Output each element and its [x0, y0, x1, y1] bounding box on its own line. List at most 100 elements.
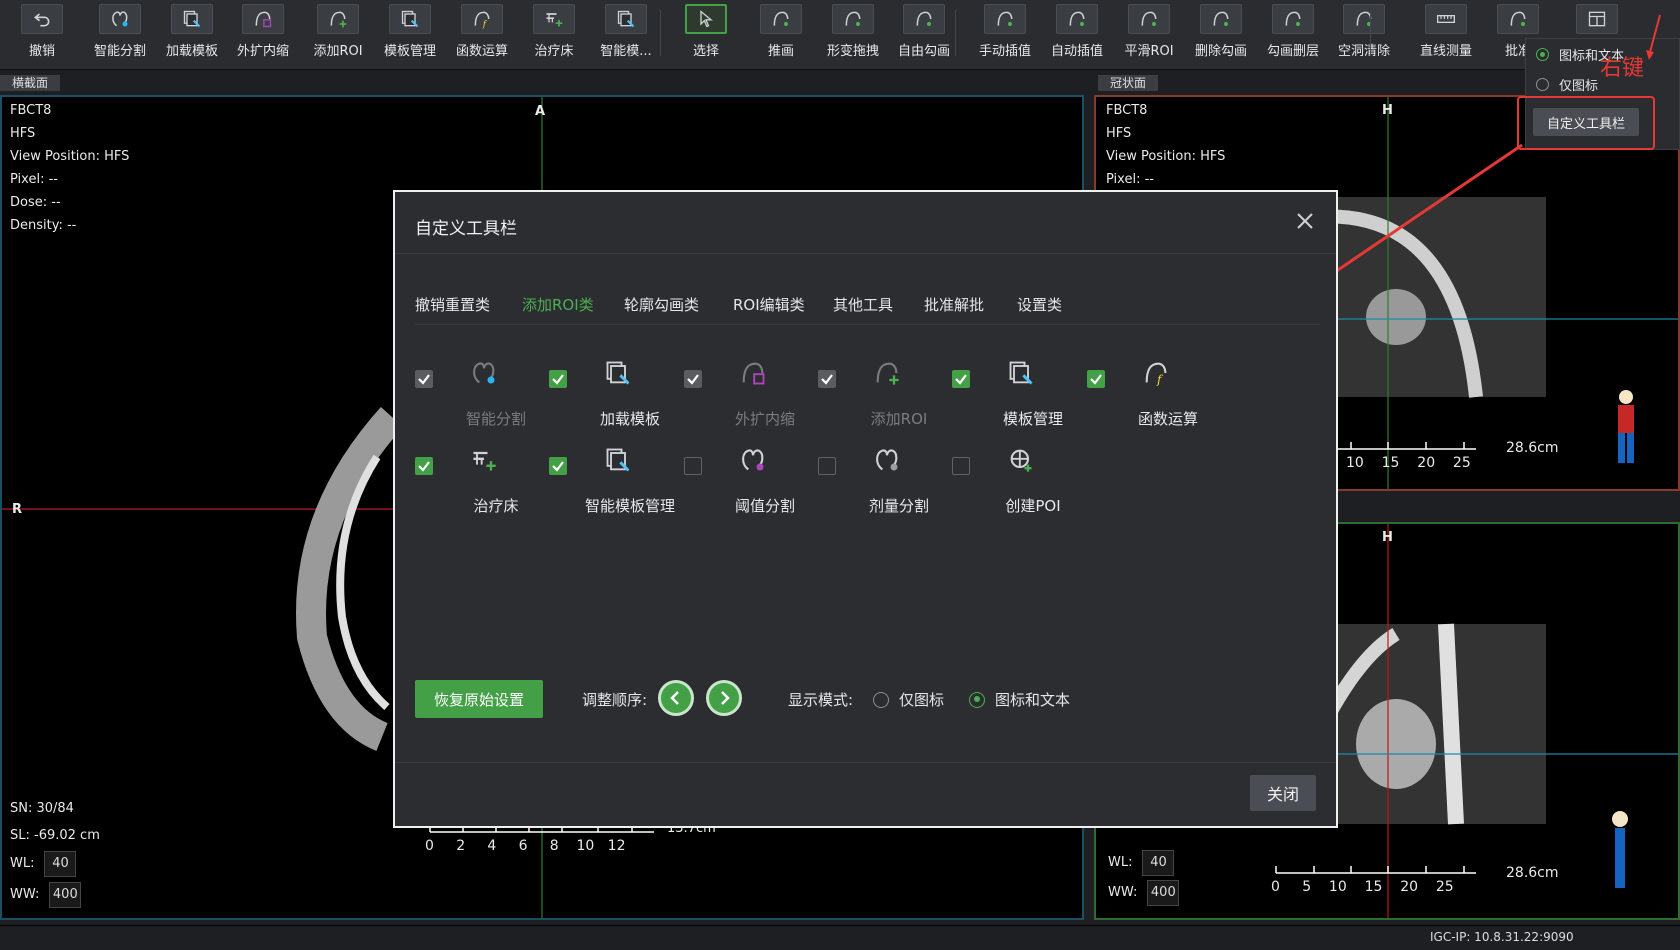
category-tab[interactable]: 添加ROI类: [522, 294, 594, 315]
tool-item-checkbox[interactable]: [818, 457, 836, 475]
transverse-info: FBCT8 HFS View Position: HFS Pixel: -- D…: [10, 103, 130, 233]
mode-icon-text-option[interactable]: 图标和文本: [969, 689, 1070, 710]
toolbar-button-label: 选择: [692, 44, 719, 59]
tool-item-checkbox[interactable]: [415, 457, 433, 475]
tool-item-checkbox[interactable]: [1087, 370, 1105, 388]
toolbar-button-delete-layer[interactable]: 勾画删层: [1263, 4, 1323, 66]
toolbar-button-add-roi[interactable]: 添加ROI: [308, 4, 368, 66]
toolbar-button-label: 删除勾画: [1194, 44, 1247, 59]
toolbar-button-label: 勾画删层: [1266, 44, 1319, 59]
approve-icon: [1497, 4, 1539, 34]
category-tab[interactable]: ROI编辑类: [733, 294, 805, 315]
server-ip: IGC-IP: 10.8.31.22:9090: [1430, 930, 1574, 944]
sagittal-wl-input[interactable]: 40: [1142, 850, 1175, 876]
toolbar-button-label: 直线测量: [1419, 44, 1472, 59]
toolbar-button-load-template[interactable]: 加载模板: [162, 4, 222, 66]
toolbar-button-label: 治疗床: [534, 44, 574, 59]
tool-item: 模板管理: [952, 352, 1086, 436]
svg-text:f: f: [1156, 373, 1164, 387]
window-level: WL: 40: [10, 851, 77, 877]
toolbar-button-select-cursor[interactable]: 选择: [676, 4, 736, 66]
tool-item-checkbox[interactable]: [549, 457, 567, 475]
toolbar-button-undo[interactable]: 撤销: [12, 4, 72, 66]
ww-input[interactable]: 400: [49, 882, 82, 908]
slice-number: SN: 30/84: [10, 801, 74, 816]
category-tab[interactable]: 轮廓勾画类: [624, 294, 699, 315]
wl-input[interactable]: 40: [44, 851, 77, 877]
toolbar-button-smart-segment[interactable]: 智能分割: [90, 4, 150, 66]
tool-item-checkbox[interactable]: [952, 370, 970, 388]
toolbar-button-label: 撤销: [28, 44, 55, 59]
tool-item: 剂量分割: [818, 439, 952, 523]
toolbar-button-delete-contour[interactable]: 删除勾画: [1191, 4, 1251, 66]
dose-segment-icon: [866, 443, 908, 477]
tool-item-checkbox[interactable]: [952, 457, 970, 475]
toolbar-button-auto-interp[interactable]: 自动插值: [1047, 4, 1107, 66]
category-tab[interactable]: 其他工具: [833, 294, 893, 315]
delete-contour-icon: [1200, 4, 1242, 34]
dialog-title: 自定义工具栏: [415, 219, 517, 239]
toolbar-button-label: 推画: [767, 44, 794, 59]
toolbar-button-label: 函数运算: [455, 44, 508, 59]
hole-clear-icon: [1343, 4, 1385, 34]
add-roi-icon: [317, 4, 359, 34]
category-tab[interactable]: 撤销重置类: [415, 294, 490, 315]
mode-icon-only-option[interactable]: 仅图标: [873, 689, 944, 710]
right-click-annotation: 右键: [1600, 56, 1645, 81]
tab-coronal[interactable]: 冠状面: [1098, 75, 1159, 91]
restore-defaults-button[interactable]: 恢复原始设置: [415, 680, 543, 718]
tool-item: f 函数运算: [1087, 352, 1221, 436]
smart-segment-icon: [463, 356, 505, 390]
layout-icon: [1576, 4, 1618, 34]
ctx-option-icon-only[interactable]: 仅图标: [1536, 75, 1598, 94]
sagittal-window-width: WW: 400: [1108, 880, 1180, 906]
toolbar-button-free-draw[interactable]: 自由勾画: [894, 4, 954, 66]
tool-item-checkbox: [818, 370, 836, 388]
tool-item-checkbox[interactable]: [549, 370, 567, 388]
toolbar-button-label: 空洞清除: [1337, 44, 1390, 59]
toolbar-button-deform-drag[interactable]: 形变拖拽: [823, 4, 883, 66]
close-icon[interactable]: [1294, 210, 1316, 232]
toolbar-button-push-draw[interactable]: 推画: [751, 4, 811, 66]
toolbar-button-function[interactable]: f 函数运算: [452, 4, 512, 66]
toolbar-button-manual-interp[interactable]: 手动插值: [975, 4, 1035, 66]
chevron-right-icon: [721, 691, 730, 705]
slice-location: SL: -69.02 cm: [10, 828, 100, 843]
tool-item-checkbox: [684, 370, 702, 388]
toolbar-button-hole-clear[interactable]: 空洞清除: [1334, 4, 1394, 66]
coronal-scale-text: 28.6cm: [1506, 440, 1559, 456]
category-tab[interactable]: 批准解批: [924, 294, 984, 315]
toolbar-button-label: 添加ROI: [313, 44, 363, 59]
coronal-scale-ticks: 10 15 20 25: [1346, 455, 1471, 471]
toolbar-button-expand-shrink[interactable]: 外扩内缩: [233, 4, 293, 66]
close-button[interactable]: 关闭: [1250, 775, 1316, 811]
marker-right: R: [12, 502, 23, 517]
toolbar-separator: [660, 10, 661, 56]
move-right-button[interactable]: [706, 680, 742, 716]
radio-selected-icon: [969, 691, 985, 708]
delete-layer-icon: [1272, 4, 1314, 34]
customize-toolbar-button[interactable]: 自定义工具栏: [1533, 108, 1639, 136]
sagittal-ww-input[interactable]: 400: [1147, 880, 1180, 906]
radio-unselected-icon: [873, 691, 889, 708]
toolbar-button-label: 自由勾画: [897, 44, 950, 59]
tab-transverse[interactable]: 横截面: [0, 75, 61, 91]
toolbar-button-smooth-roi[interactable]: 平滑ROI: [1119, 4, 1179, 66]
category-tab[interactable]: 设置类: [1017, 294, 1062, 315]
move-left-button[interactable]: [658, 680, 694, 716]
toolbar-button-label: 形变拖拽: [826, 44, 879, 59]
toolbar-button-smart-template[interactable]: 智能模...: [596, 4, 656, 66]
toolbar-button-ruler[interactable]: 直线测量: [1416, 4, 1476, 66]
toolbar-separator: [955, 10, 956, 56]
toolbar-button-template-manage[interactable]: 模板管理: [380, 4, 440, 66]
toolbar-button-couch[interactable]: 治疗床: [524, 4, 584, 66]
tool-item-checkbox[interactable]: [684, 457, 702, 475]
tool-item: 外扩内缩: [684, 352, 818, 436]
toolbar-separator: [1370, 10, 1371, 56]
undo-icon: [21, 4, 63, 34]
main-toolbar: 撤销 智能分割 加载模板 外扩内缩 添加ROI 模板管理 f 函数运算 治疗床 智能模... 选择 推…: [0, 0, 1680, 70]
toolbar-button-label: 加载模板: [165, 44, 218, 59]
smart-segment-icon: [99, 4, 141, 34]
tool-item: 加载模板: [549, 352, 683, 436]
sagittal-scale-ticks: 0 5 10 15 20 25: [1271, 879, 1454, 895]
